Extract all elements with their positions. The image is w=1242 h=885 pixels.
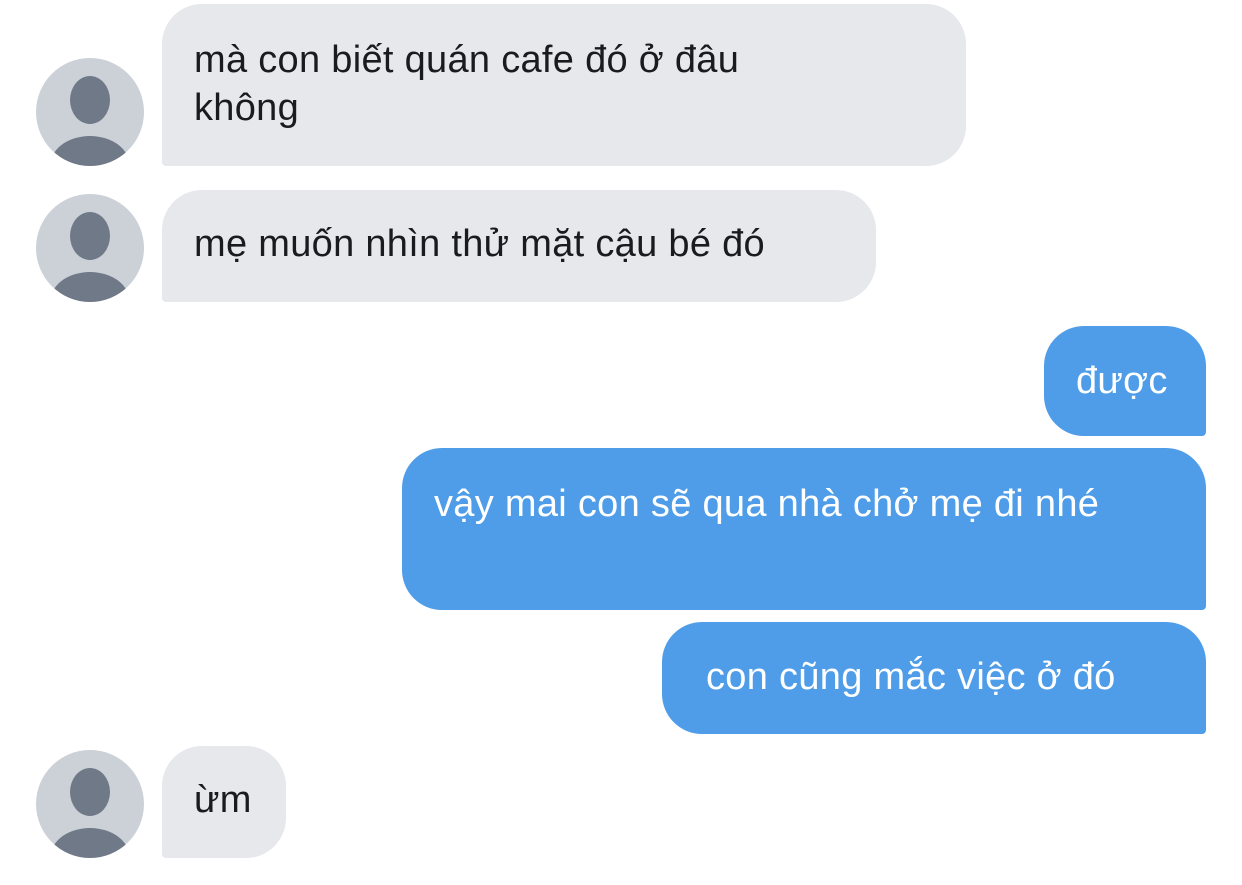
user-silhouette-icon [50,212,130,302]
message-bubble-incoming[interactable]: ừm [162,746,286,858]
message-bubble-incoming[interactable]: mà con biết quán cafe đó ở đâu không [162,4,966,166]
avatar[interactable] [36,194,144,302]
message-text: mẹ muốn nhìn thử mặt cậu bé đó [194,223,765,265]
message-text: vậy mai con sẽ qua nhà chở mẹ đi nhé [434,483,1100,525]
message-bubble-incoming[interactable]: mẹ muốn nhìn thử mặt cậu bé đó [162,190,876,302]
message-bubble-outgoing[interactable]: vậy mai con sẽ qua nhà chở mẹ đi nhé [402,448,1206,610]
message-text: con cũng mắc việc ở đó [706,656,1116,698]
user-silhouette-icon [50,76,130,166]
avatar[interactable] [36,750,144,858]
message-text: mà con biết quán cafe đó ở đâu không [194,39,740,129]
message-bubble-outgoing[interactable]: con cũng mắc việc ở đó [662,622,1206,734]
user-silhouette-icon [50,768,130,858]
avatar[interactable] [36,58,144,166]
message-bubble-outgoing[interactable]: được [1044,326,1206,436]
message-text: ừm [194,779,252,821]
message-text: được [1076,360,1168,402]
